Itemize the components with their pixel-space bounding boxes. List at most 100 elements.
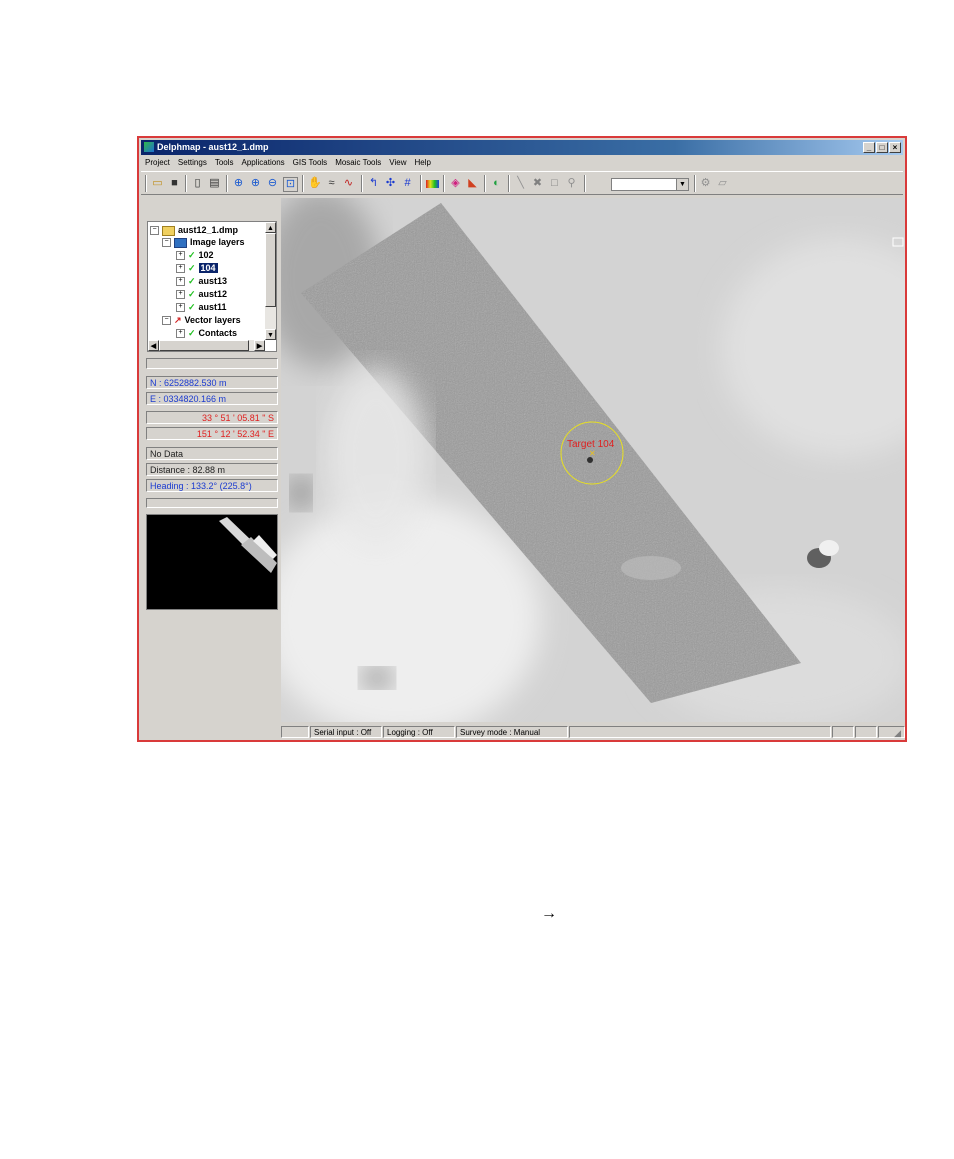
- heading-readout: Heading : 133.2° (225.8°): [146, 479, 278, 492]
- seabed-feature: [291, 477, 311, 509]
- map-view[interactable]: Target 104 ✕: [281, 198, 905, 722]
- check-icon[interactable]: ✓: [188, 289, 196, 299]
- check-icon[interactable]: ✓: [188, 250, 196, 260]
- serial-status: Serial input : Off: [310, 726, 382, 738]
- annotate-icon[interactable]: ↰: [367, 177, 380, 190]
- zoom-in-icon[interactable]: ⊕: [249, 177, 262, 190]
- status-cell: [832, 726, 854, 738]
- tree-horizontal-scrollbar[interactable]: ◀ ▶: [148, 340, 265, 351]
- toolbar-separator: [584, 175, 586, 192]
- expand-icon[interactable]: +: [176, 290, 185, 300]
- minimize-button[interactable]: _: [863, 142, 875, 153]
- tree-root-label: aust12_1.dmp: [178, 225, 239, 235]
- tree-root[interactable]: − aust12_1.dmp: [150, 224, 238, 236]
- tree-vector-layers[interactable]: − ↗ Vector layers: [162, 314, 241, 326]
- menu-settings[interactable]: Settings: [174, 156, 211, 170]
- maximize-button[interactable]: □: [876, 142, 888, 153]
- profile-icon[interactable]: ∿: [342, 177, 355, 190]
- tree-image-layers[interactable]: − Image layers: [162, 236, 245, 248]
- overview-map-canvas: [219, 517, 277, 573]
- menu-help[interactable]: Help: [410, 156, 434, 170]
- tool-icon[interactable]: ⚲: [565, 177, 578, 190]
- vector-layers-label: Vector layers: [184, 315, 241, 325]
- layer-icon[interactable]: ◣: [466, 177, 479, 190]
- palette-icon[interactable]: ◈: [449, 177, 462, 190]
- grid-icon[interactable]: #: [401, 177, 414, 190]
- export-icon[interactable]: ◐: [490, 177, 503, 190]
- expand-icon[interactable]: +: [176, 264, 185, 274]
- status-cell: [855, 726, 877, 738]
- scroll-left-icon[interactable]: ◀: [148, 340, 159, 351]
- toolbar-separator: [302, 175, 304, 192]
- tree-layer-contacts[interactable]: + ✓ Contacts: [176, 327, 237, 339]
- resize-grip-icon[interactable]: ◢: [878, 726, 905, 738]
- pan-icon[interactable]: ✋: [308, 177, 322, 190]
- scroll-down-icon[interactable]: ▼: [265, 329, 276, 340]
- overview-map[interactable]: [146, 514, 278, 610]
- measure-icon[interactable]: ≈: [325, 177, 338, 190]
- menu-tools[interactable]: Tools: [211, 156, 238, 170]
- image-layers-icon: [174, 237, 187, 248]
- tree-layer-102[interactable]: + ✓ 102: [176, 249, 214, 261]
- scroll-thumb[interactable]: [265, 233, 276, 307]
- menu-view[interactable]: View: [385, 156, 410, 170]
- layer-select[interactable]: ▼: [611, 178, 689, 191]
- save-icon[interactable]: ■: [168, 177, 181, 190]
- expand-icon[interactable]: +: [176, 329, 185, 339]
- check-icon[interactable]: ✓: [188, 263, 196, 273]
- status-bar: Serial input : Off Logging : Off Survey …: [281, 725, 905, 739]
- expand-icon[interactable]: +: [176, 277, 185, 287]
- line-icon[interactable]: ╲: [514, 177, 527, 190]
- menu-applications[interactable]: Applications: [238, 156, 289, 170]
- zoom-select-icon[interactable]: ⊕: [232, 177, 245, 190]
- toolbar-separator: [484, 175, 486, 192]
- scroll-thumb[interactable]: [159, 340, 249, 351]
- overview-header: [146, 498, 278, 508]
- app-window: Delphmap - aust12_1.dmp _ □ × Project Se…: [137, 136, 907, 742]
- northing-readout: N : 6252882.530 m: [146, 376, 278, 389]
- tree-layer-104[interactable]: + ✓ 104: [176, 262, 218, 274]
- color-bar-icon[interactable]: [426, 180, 439, 188]
- check-icon[interactable]: ✓: [188, 276, 196, 286]
- print-preview-icon[interactable]: ▯: [191, 177, 204, 190]
- print-icon[interactable]: ▤: [208, 177, 221, 190]
- scroll-right-icon[interactable]: ▶: [254, 340, 265, 351]
- open-icon[interactable]: ▭: [151, 177, 164, 190]
- status-cell: [569, 726, 831, 738]
- tree-layer-aust12[interactable]: + ✓ aust12: [176, 288, 227, 300]
- collapse-icon[interactable]: −: [162, 238, 171, 248]
- folder-icon[interactable]: ▱: [716, 177, 729, 190]
- zoom-out-icon[interactable]: ⊖: [266, 177, 279, 190]
- scroll-up-icon[interactable]: ▲: [265, 222, 276, 233]
- collapse-icon[interactable]: −: [162, 316, 171, 326]
- delete-icon[interactable]: ✖: [531, 177, 544, 190]
- toolbar-separator: [185, 175, 187, 192]
- tree-layer-aust11[interactable]: + ✓ aust11: [176, 301, 227, 313]
- zoom-extent-icon[interactable]: ⊡: [283, 177, 298, 192]
- tree-vertical-scrollbar[interactable]: ▲ ▼: [265, 222, 276, 340]
- target-icon[interactable]: ✣: [384, 177, 397, 190]
- toolbar-separator: [226, 175, 228, 192]
- vector-layers-icon: ↗: [174, 315, 182, 325]
- close-button[interactable]: ×: [889, 142, 901, 153]
- chevron-down-icon[interactable]: ▼: [676, 179, 688, 190]
- easting-readout: E : 0334820.166 m: [146, 392, 278, 405]
- target-marker-icon: ✕: [589, 449, 596, 458]
- longitude-readout: 151 ° 12 ' 52.34 " E: [146, 427, 278, 440]
- menu-gis-tools[interactable]: GIS Tools: [289, 156, 332, 170]
- layer-label: aust12: [198, 289, 228, 299]
- image-layers-label: Image layers: [190, 237, 245, 247]
- rectangle-icon[interactable]: □: [548, 177, 561, 190]
- menu-mosaic-tools[interactable]: Mosaic Tools: [331, 156, 385, 170]
- latitude-readout: 33 ° 51 ' 05.81 " S: [146, 411, 278, 424]
- collapse-icon[interactable]: −: [150, 226, 159, 236]
- expand-icon[interactable]: +: [176, 303, 185, 313]
- check-icon[interactable]: ✓: [188, 328, 196, 338]
- swath-band: [621, 556, 681, 580]
- expand-icon[interactable]: +: [176, 251, 185, 261]
- check-icon[interactable]: ✓: [188, 302, 196, 312]
- menu-project[interactable]: Project: [141, 156, 174, 170]
- tree-layer-aust13[interactable]: + ✓ aust13: [176, 275, 227, 287]
- settings-icon[interactable]: ⚙: [699, 177, 712, 190]
- title-bar[interactable]: Delphmap - aust12_1.dmp _ □ ×: [141, 140, 903, 155]
